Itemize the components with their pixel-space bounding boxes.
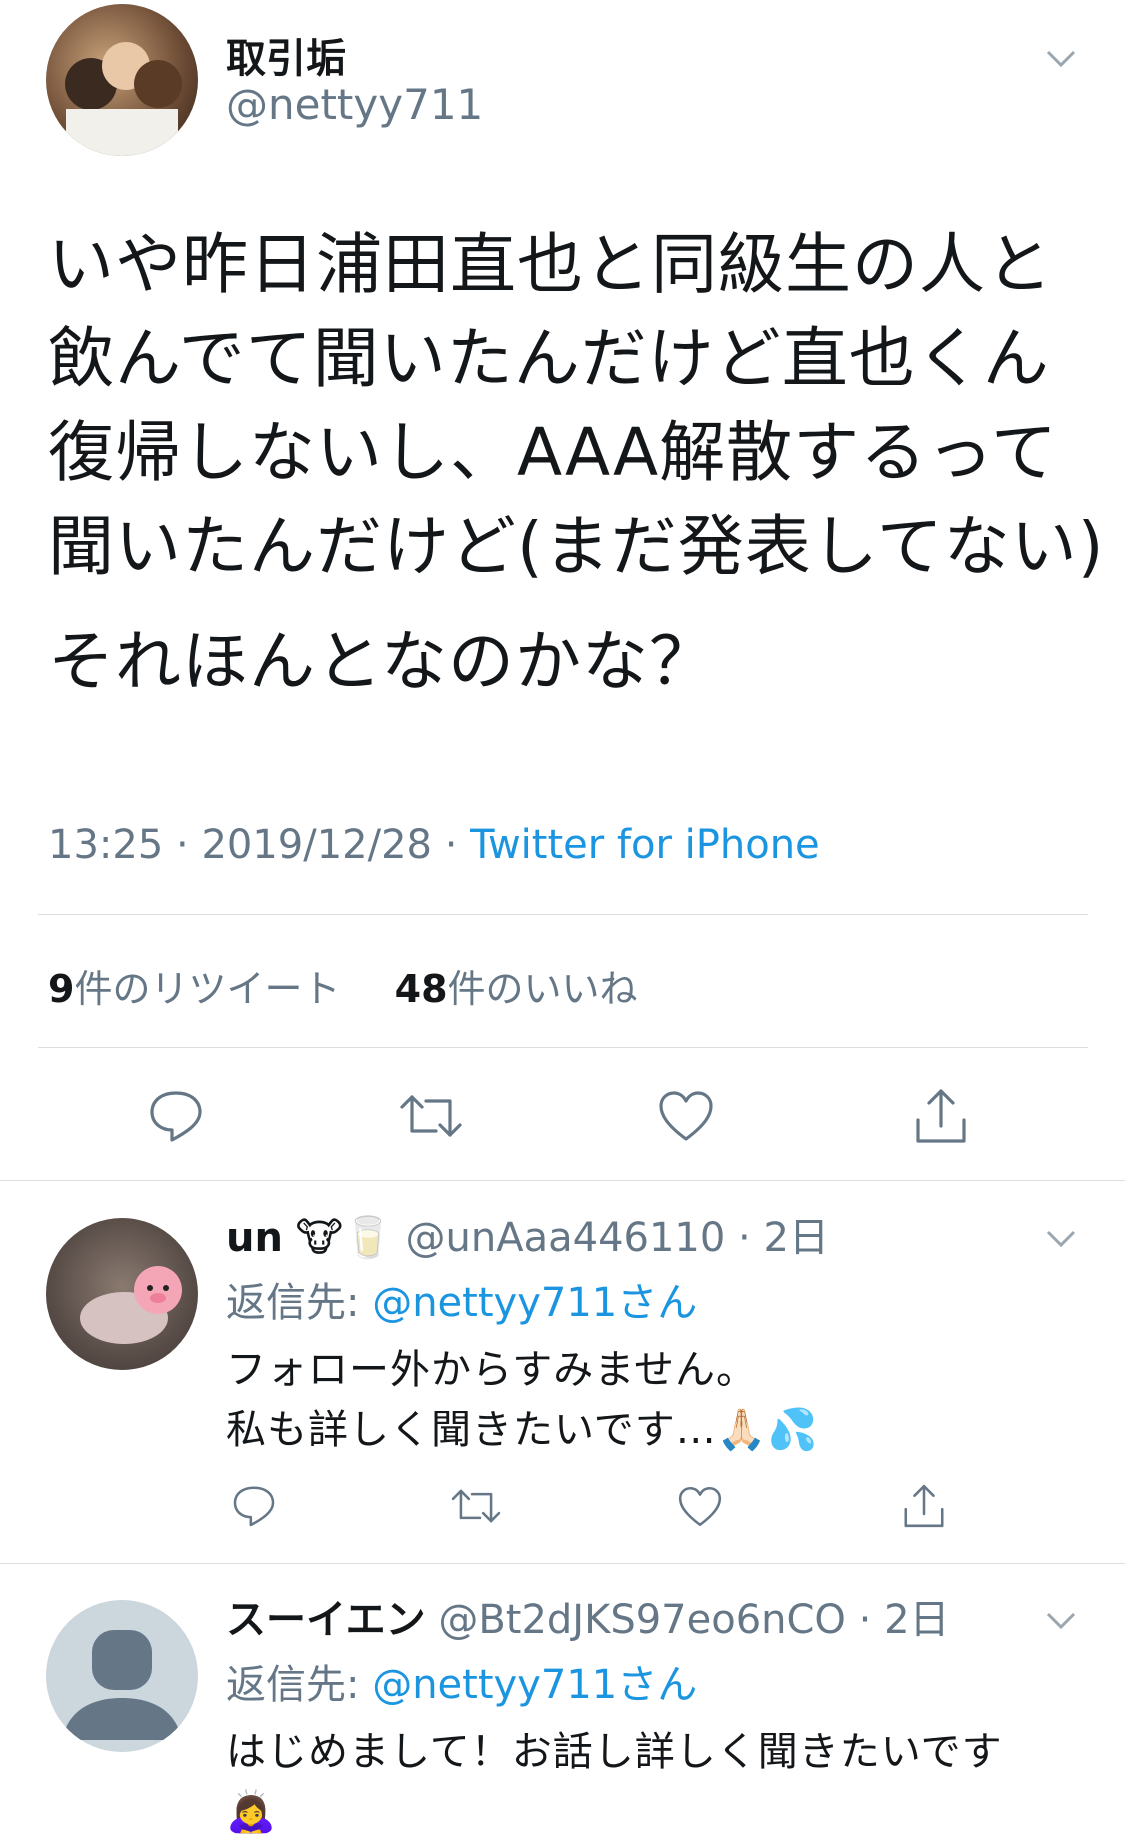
share-button[interactable] bbox=[905, 1080, 977, 1152]
share-icon bbox=[904, 1484, 944, 1528]
tweet-text-line: 聞いたんだけど(まだ発表してない) bbox=[48, 508, 1105, 585]
reply-to-label: 返信先: bbox=[226, 1662, 373, 1708]
reply-author-avatar[interactable] bbox=[46, 1218, 198, 1370]
like-label: 件のいいね bbox=[447, 967, 638, 1011]
main-author-name[interactable]: 取引垢 bbox=[226, 26, 346, 84]
tweet-stats: 9件のリツイート 48件のいいね bbox=[48, 958, 638, 1013]
tweet-date: 2019/12/28 bbox=[201, 822, 432, 868]
reply-age: 2日 bbox=[763, 1215, 829, 1261]
retweet-icon bbox=[400, 1095, 462, 1137]
like-button[interactable] bbox=[672, 1478, 728, 1534]
reply-text-line: はじめまして！お話し詳しく聞きたいです bbox=[226, 1729, 1003, 1775]
default-avatar-icon bbox=[62, 1630, 182, 1740]
reply-to-label: 返信先: bbox=[226, 1280, 373, 1326]
reply-author-avatar[interactable] bbox=[46, 1600, 198, 1752]
reply-to-user-link[interactable]: @nettyy711さん bbox=[372, 1280, 697, 1326]
reply-to-user-link[interactable]: @nettyy711さん bbox=[372, 1662, 697, 1708]
chevron-down-icon[interactable] bbox=[1044, 1604, 1078, 1642]
reply-header: スーイエン @Bt2dJKS97eo6nCO · 2日 bbox=[226, 1594, 950, 1646]
like-count: 48 bbox=[394, 967, 448, 1011]
reply-age: 2日 bbox=[884, 1597, 950, 1643]
divider bbox=[0, 1563, 1125, 1564]
tweet-timestamp: 13:25 · 2019/12/28 · Twitter for iPhone bbox=[48, 822, 820, 868]
separator-dot: · bbox=[176, 822, 202, 868]
reply-text-line: フォロー外からすみません。 bbox=[226, 1347, 757, 1393]
retweet-label: 件のリツイート bbox=[74, 967, 341, 1011]
tweet-text-line: それほんとなのかな？ bbox=[48, 623, 717, 700]
like-icon bbox=[678, 1486, 722, 1526]
tweet-text: いや昨日浦田直也と同級生の人と 飲んでて聞いたんだけど直也くん 復帰しないし、A… bbox=[48, 218, 1105, 594]
reply-author-emoji: 🐮🥛 bbox=[295, 1215, 393, 1261]
reply-icon bbox=[233, 1486, 275, 1527]
main-author-handle[interactable]: @nettyy711 bbox=[226, 80, 483, 129]
reply-to: 返信先: @nettyy711さん bbox=[226, 1652, 697, 1710]
tweet-text-line: いや昨日浦田直也と同級生の人と bbox=[48, 226, 1053, 303]
reply-icon bbox=[150, 1091, 202, 1142]
separator-dot: · bbox=[444, 822, 471, 868]
reply-to: 返信先: @nettyy711さん bbox=[226, 1270, 697, 1328]
share-icon bbox=[916, 1089, 966, 1143]
share-button[interactable] bbox=[896, 1478, 952, 1534]
separator-dot: · bbox=[725, 1215, 764, 1261]
like-button[interactable] bbox=[650, 1080, 722, 1152]
like-icon bbox=[659, 1091, 713, 1141]
divider bbox=[38, 914, 1088, 915]
divider bbox=[38, 1047, 1088, 1048]
reply-text: はじめまして！お話し詳しく聞きたいです 🙇‍♀️ bbox=[226, 1722, 1003, 1842]
reply-author-name[interactable]: スーイエン bbox=[226, 1597, 426, 1643]
reply-author-handle[interactable]: @Bt2dJKS97eo6nCO bbox=[438, 1597, 846, 1643]
like-stat[interactable]: 48件のいいね bbox=[395, 967, 638, 1011]
main-author-avatar[interactable] bbox=[46, 4, 198, 156]
reply-button[interactable] bbox=[140, 1080, 212, 1152]
reply-author-name[interactable]: un bbox=[226, 1215, 283, 1261]
reply-text: フォロー外からすみません。 私も詳しく聞きたいです…🙏🏻💦 bbox=[226, 1340, 818, 1460]
reply-author-handle[interactable]: @unAaa446110 bbox=[406, 1215, 726, 1261]
reply-text-line: 🙇‍♀️ bbox=[226, 1789, 277, 1835]
reply-button[interactable] bbox=[226, 1478, 282, 1534]
retweet-icon bbox=[451, 1489, 501, 1523]
retweet-button[interactable] bbox=[448, 1478, 504, 1534]
tweet-source-link[interactable]: Twitter for iPhone bbox=[470, 822, 820, 868]
separator-dot: · bbox=[845, 1597, 885, 1643]
tweet-time: 13:25 bbox=[48, 822, 164, 868]
retweet-button[interactable] bbox=[395, 1080, 467, 1152]
retweet-count: 9 bbox=[48, 967, 75, 1011]
reply-text-line: 私も詳しく聞きたいです…🙏🏻💦 bbox=[226, 1407, 819, 1453]
reply-header: un 🐮🥛 @unAaa446110 · 2日 bbox=[226, 1212, 829, 1264]
chevron-down-icon[interactable] bbox=[1044, 42, 1078, 80]
divider bbox=[0, 1180, 1125, 1181]
tweet-text-line: 飲んでて聞いたんだけど直也くん bbox=[48, 320, 1050, 397]
retweet-stat[interactable]: 9件のリツイート bbox=[48, 967, 353, 1011]
tweet-text-line: 復帰しないし、AAA解散するって bbox=[48, 414, 1058, 491]
chevron-down-icon[interactable] bbox=[1044, 1222, 1078, 1260]
